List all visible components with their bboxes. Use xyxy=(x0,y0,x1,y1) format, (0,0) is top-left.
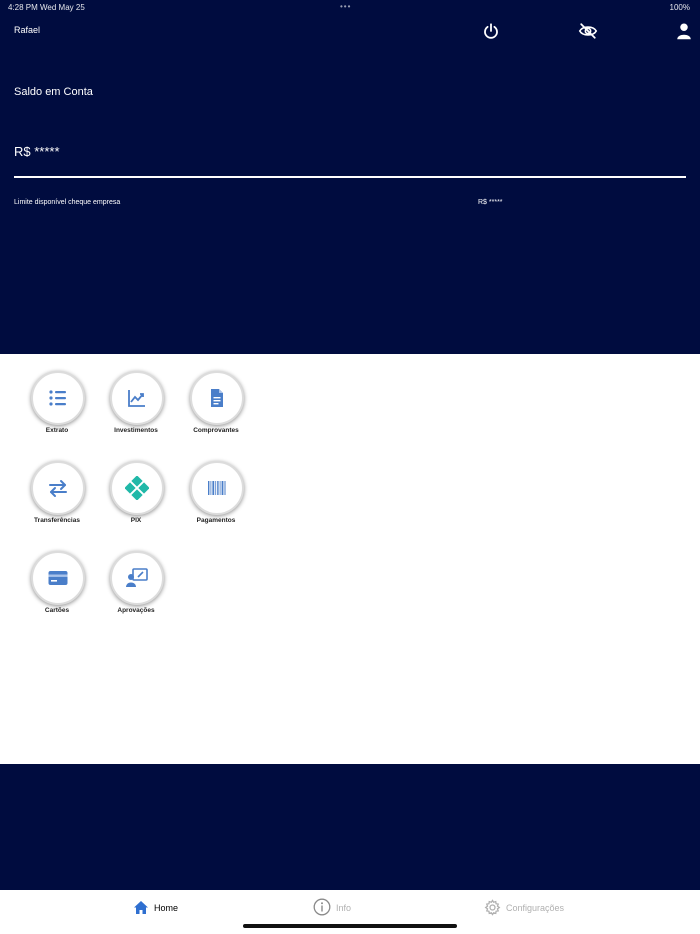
balance-value: R$ ***** xyxy=(14,144,60,159)
menu-item-cartoes[interactable]: Cartões xyxy=(17,551,97,631)
battery-status: 100% xyxy=(669,3,690,12)
limit-value: R$ ***** xyxy=(478,199,503,206)
balance-label: Saldo em Conta xyxy=(14,86,93,98)
menu-label: Aprovações xyxy=(117,607,155,614)
menu-item-pix[interactable]: PIX xyxy=(96,461,176,541)
menu-item-comprovantes[interactable]: Comprovantes xyxy=(176,371,256,451)
menu-label: Investimentos xyxy=(114,427,158,434)
home-icon xyxy=(133,900,149,917)
tab-home[interactable]: Home xyxy=(133,898,178,918)
document-icon xyxy=(190,371,244,425)
home-indicator[interactable] xyxy=(243,924,457,928)
shortcut-menu: Extrato Investimentos Comprovantes Trans… xyxy=(0,354,700,764)
divider xyxy=(14,176,686,178)
eye-off-icon[interactable] xyxy=(578,22,598,40)
multitask-dots[interactable]: ••• xyxy=(340,2,351,11)
power-icon[interactable] xyxy=(482,22,500,40)
tab-label: Home xyxy=(154,903,179,913)
status-bar: 4:28 PM Wed May 25 ••• 100% xyxy=(0,0,700,14)
menu-label: PIX xyxy=(130,517,142,524)
user-icon[interactable] xyxy=(676,22,694,40)
status-time: 4:28 PM Wed May 25 xyxy=(8,3,85,12)
menu-label: Pagamentos xyxy=(196,517,236,524)
tab-configuracoes[interactable]: Configurações xyxy=(484,898,564,918)
menu-label: Comprovantes xyxy=(193,427,239,434)
menu-item-pagamentos[interactable]: Pagamentos xyxy=(176,461,256,541)
pix-icon xyxy=(110,461,164,515)
approval-icon xyxy=(110,551,164,605)
header-panel: 4:28 PM Wed May 25 ••• 100% Rafael Saldo… xyxy=(0,0,700,354)
chart-icon xyxy=(110,371,164,425)
barcode-icon xyxy=(190,461,244,515)
menu-item-investimentos[interactable]: Investimentos xyxy=(96,371,176,451)
footer-band xyxy=(0,764,700,890)
menu-label: Cartões xyxy=(44,607,70,614)
transfer-icon xyxy=(31,461,85,515)
menu-item-aprovacoes[interactable]: Aprovações xyxy=(96,551,176,631)
tab-label: Configurações xyxy=(506,903,565,913)
tab-info[interactable]: Info xyxy=(313,898,351,918)
info-icon xyxy=(313,898,331,918)
gear-icon xyxy=(484,898,501,918)
user-name: Rafael xyxy=(14,25,41,35)
card-icon xyxy=(31,551,85,605)
menu-item-extrato[interactable]: Extrato xyxy=(17,371,97,451)
menu-label: Extrato xyxy=(45,427,69,434)
menu-item-transferencias[interactable]: Transferências xyxy=(17,461,97,541)
limit-label: Limite disponível cheque empresa xyxy=(14,199,121,206)
menu-label: Transferências xyxy=(34,517,80,524)
list-icon xyxy=(31,371,85,425)
tab-label: Info xyxy=(336,903,352,913)
